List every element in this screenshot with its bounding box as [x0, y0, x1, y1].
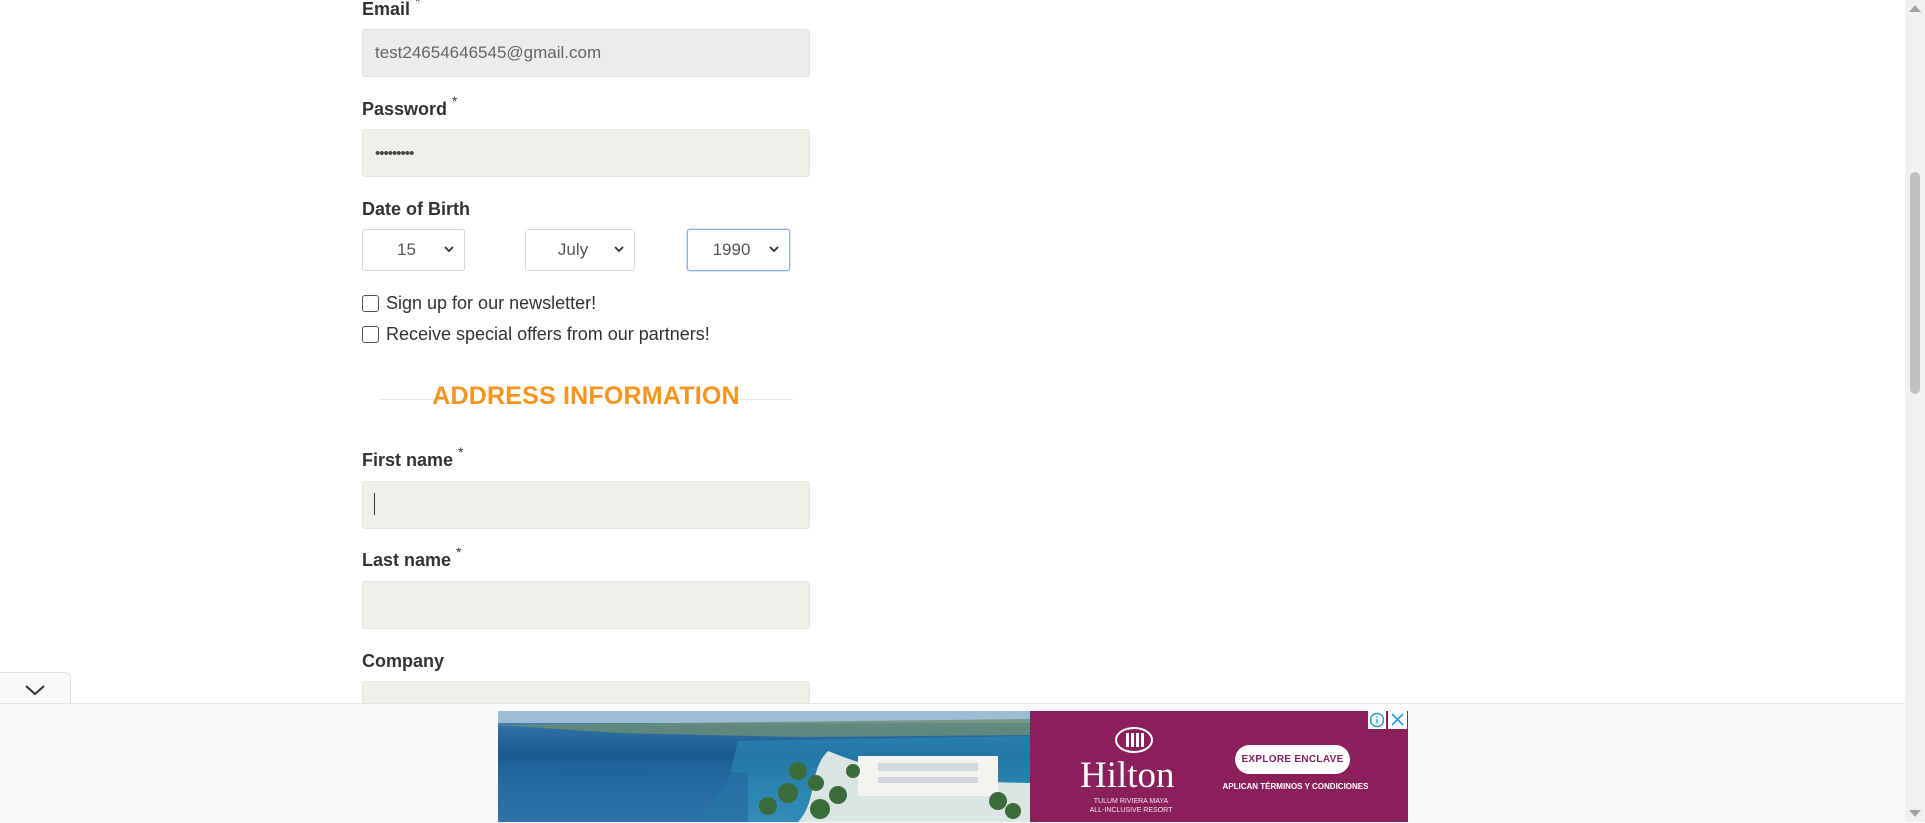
- email-label: Email *: [362, 0, 420, 20]
- newsletter-option[interactable]: Sign up for our newsletter!: [362, 292, 596, 314]
- scroll-down-arrow-icon[interactable]: [1909, 810, 1921, 817]
- required-mark: *: [452, 93, 458, 109]
- company-label: Company: [362, 651, 445, 671]
- dob-label: Date of Birth: [362, 199, 470, 219]
- info-icon: [1369, 712, 1385, 728]
- first-name-label: First name *: [362, 444, 464, 470]
- email-field[interactable]: [362, 29, 810, 77]
- close-icon: [1391, 713, 1404, 726]
- ad-info-button[interactable]: [1368, 711, 1386, 729]
- scrollbar-thumb[interactable]: [1910, 172, 1920, 394]
- hilton-logo-icon: [1115, 727, 1153, 753]
- ad-collapse-button[interactable]: [0, 672, 71, 705]
- required-mark: *: [458, 444, 464, 460]
- last-name-label: Last name *: [362, 544, 462, 570]
- chevron-down-icon: [769, 246, 779, 253]
- partner-offers-checkbox[interactable]: [362, 325, 379, 343]
- chevron-down-icon: [614, 246, 624, 253]
- password-label: Password *: [362, 93, 458, 119]
- chevron-down-icon: [25, 685, 45, 696]
- hilton-brand-text: Hilton: [1080, 755, 1175, 796]
- explore-enclave-button[interactable]: EXPLORE ENCLAVE: [1235, 745, 1350, 774]
- first-name-field[interactable]: [362, 481, 810, 529]
- required-mark: *: [456, 544, 462, 560]
- password-field[interactable]: •••••••••: [362, 129, 810, 177]
- ad-resort-photo: [498, 711, 1030, 822]
- dob-month-select[interactable]: July: [525, 229, 635, 271]
- hilton-brand-subtitle: TULUM RIVIERA MAYA ALL-INCLUSIVE RESORT: [1089, 798, 1173, 814]
- ad-brand-panel: Hilton TULUM RIVIERA MAYA ALL-INCLUSIVE …: [1030, 711, 1408, 822]
- address-section-title: ADDRESS INFORMATION: [432, 382, 740, 410]
- chevron-down-icon: [444, 246, 454, 253]
- hilton-ad-banner[interactable]: Hilton TULUM RIVIERA MAYA ALL-INCLUSIVE …: [498, 711, 1408, 822]
- registration-page: Email* Password* ••••••••• Date of Birth…: [0, 0, 1905, 823]
- ad-close-button[interactable]: [1388, 711, 1407, 729]
- required-mark: *: [415, 0, 421, 9]
- ad-terms-text: APLICAN TÉRMINOS Y CONDICIONES: [1222, 782, 1369, 791]
- partner-offers-option[interactable]: Receive special offers from our partners…: [362, 323, 710, 345]
- text-cursor: [374, 493, 375, 515]
- ad-resort-illustration: [498, 711, 1030, 822]
- dob-day-select[interactable]: 15: [362, 229, 465, 271]
- last-name-field[interactable]: [362, 581, 810, 629]
- newsletter-checkbox[interactable]: [362, 294, 379, 312]
- page-scrollbar[interactable]: [1905, 0, 1925, 822]
- scroll-up-arrow-icon[interactable]: [1909, 5, 1921, 12]
- dob-year-select[interactable]: 1990: [687, 229, 790, 271]
